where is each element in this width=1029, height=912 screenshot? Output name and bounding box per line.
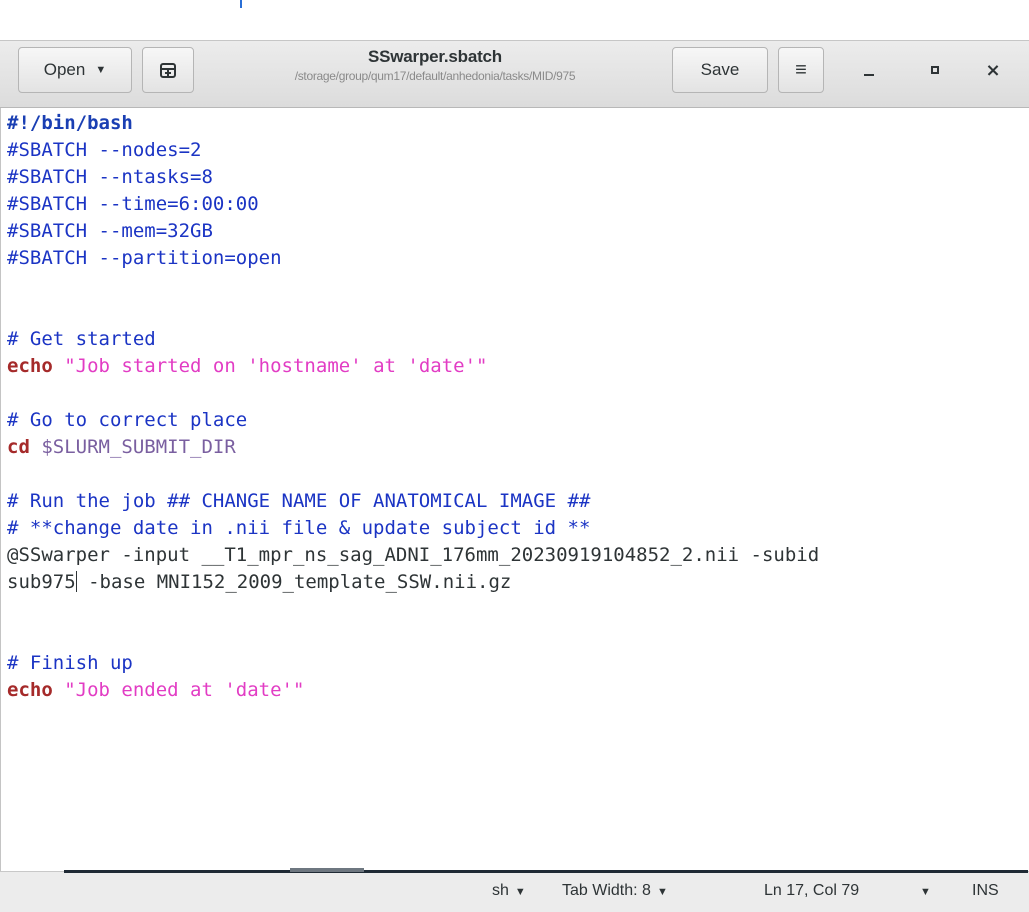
code-token-comment: # **change date in .nii file & update su… bbox=[7, 517, 591, 539]
code-line[interactable] bbox=[7, 380, 819, 407]
code-token-string: "Job ended at 'date'" bbox=[64, 679, 305, 701]
open-button[interactable]: Open ▼ bbox=[18, 47, 132, 93]
code-token-plain: -base MNI152_2009_template_SSW.nii.gz bbox=[76, 571, 512, 593]
hamburger-icon: ≡ bbox=[795, 58, 807, 81]
code-line[interactable] bbox=[7, 623, 819, 650]
code-line[interactable]: sub975 -base MNI152_2009_template_SSW.ni… bbox=[7, 569, 819, 596]
code-line[interactable]: cd $SLURM_SUBMIT_DIR bbox=[7, 434, 819, 461]
code-token-keyword: echo bbox=[7, 679, 53, 701]
save-button[interactable]: Save bbox=[672, 47, 768, 93]
code-line[interactable]: #SBATCH --time=6:00:00 bbox=[7, 191, 819, 218]
text-editor[interactable]: #!/bin/bash #SBATCH --nodes=2 #SBATCH --nt… bbox=[0, 108, 1029, 871]
cursor-position[interactable]: Ln 17, Col 79 bbox=[764, 882, 859, 900]
code-line[interactable]: # Finish up bbox=[7, 650, 819, 677]
code-line[interactable] bbox=[7, 272, 819, 299]
code-token-comment: #SBATCH --partition=open bbox=[7, 247, 282, 269]
code-line[interactable] bbox=[7, 596, 819, 623]
code-line[interactable]: #SBATCH --mem=32GB bbox=[7, 218, 819, 245]
taskbar-indicator bbox=[290, 868, 364, 872]
code-token-plain: sub975 bbox=[7, 571, 76, 593]
code-line[interactable]: #SBATCH --partition=open bbox=[7, 245, 819, 272]
taskbar-edge bbox=[64, 870, 1028, 873]
code-token-keyword: cd bbox=[7, 436, 30, 458]
new-document-button[interactable] bbox=[142, 47, 194, 93]
code-token-comment: # Go to correct place bbox=[7, 409, 248, 431]
code-line[interactable]: @SSwarper -input __T1_mpr_ns_sag_ADNI_17… bbox=[7, 542, 819, 569]
code-token-comment: # Run the job ## CHANGE NAME OF ANATOMIC… bbox=[7, 490, 591, 512]
code-token-comment: # Get started bbox=[7, 328, 156, 350]
code-token-comment: #SBATCH --nodes=2 bbox=[7, 139, 202, 161]
tab-width-selector[interactable]: Tab Width: 8 ▼ bbox=[562, 882, 668, 900]
window-title: SSwarper.sbatch /storage/group/qum17/def… bbox=[200, 47, 670, 83]
insert-mode-indicator: INS bbox=[972, 882, 999, 899]
code-line[interactable] bbox=[7, 299, 819, 326]
code-line[interactable]: # **change date in .nii file & update su… bbox=[7, 515, 819, 542]
maximize-button[interactable] bbox=[918, 55, 952, 85]
maximize-icon bbox=[931, 66, 939, 74]
code-token-comment: #SBATCH --mem=32GB bbox=[7, 220, 213, 242]
desktop-marker bbox=[240, 0, 242, 8]
header-bar: Open ▼ SSwarper.sbatch /storage/group/qu… bbox=[0, 40, 1029, 108]
code-line[interactable]: #SBATCH --nodes=2 bbox=[7, 137, 819, 164]
minimize-button[interactable] bbox=[852, 55, 886, 85]
status-bar: sh ▼ Tab Width: 8 ▼ Ln 17, Col 79 ▼ INS bbox=[0, 871, 1029, 912]
chevron-down-icon: ▼ bbox=[656, 886, 668, 898]
chevron-down-icon: ▼ bbox=[95, 64, 107, 76]
code-token-comment: #SBATCH --ntasks=8 bbox=[7, 166, 213, 188]
language-label: sh bbox=[492, 882, 509, 899]
document-path: /storage/group/qum17/default/anhedonia/t… bbox=[294, 69, 576, 83]
code-token-comment: # Finish up bbox=[7, 652, 133, 674]
code-line[interactable]: echo "Job started on 'hostname' at 'date… bbox=[7, 353, 819, 380]
code-token-plain: @SSwarper -input __T1_mpr_ns_sag_ADNI_17… bbox=[7, 544, 820, 566]
code-token-comment: #SBATCH --time=6:00:00 bbox=[7, 193, 259, 215]
chevron-down-icon[interactable]: ▼ bbox=[920, 886, 931, 898]
close-icon: × bbox=[985, 59, 1001, 81]
chevron-down-icon: ▼ bbox=[514, 886, 526, 898]
code-token-var: $SLURM_SUBMIT_DIR bbox=[41, 436, 236, 458]
code-line[interactable]: #!/bin/bash bbox=[7, 110, 819, 137]
code-token-string: "Job started on 'hostname' at 'date'" bbox=[64, 355, 488, 377]
minimize-icon bbox=[864, 74, 874, 76]
open-button-label: Open bbox=[43, 60, 86, 79]
code-line[interactable]: # Run the job ## CHANGE NAME OF ANATOMIC… bbox=[7, 488, 819, 515]
code-line[interactable]: # Get started bbox=[7, 326, 819, 353]
code-line[interactable]: #SBATCH --ntasks=8 bbox=[7, 164, 819, 191]
gedit-window: Open ▼ SSwarper.sbatch /storage/group/qu… bbox=[0, 40, 1029, 912]
tab-width-label: Tab Width: 8 bbox=[562, 882, 651, 899]
code-token-shebang: #!/bin/bash bbox=[7, 112, 133, 134]
desktop-top-strip bbox=[0, 0, 1029, 40]
close-button[interactable]: × bbox=[976, 55, 1010, 85]
hamburger-menu-button[interactable]: ≡ bbox=[778, 47, 824, 93]
code-area[interactable]: #!/bin/bash #SBATCH --nodes=2 #SBATCH --nt… bbox=[7, 110, 819, 704]
code-line[interactable] bbox=[7, 461, 819, 488]
code-line[interactable]: # Go to correct place bbox=[7, 407, 819, 434]
document-name: SSwarper.sbatch bbox=[367, 47, 502, 66]
new-tab-icon bbox=[160, 63, 176, 78]
code-line[interactable]: echo "Job ended at 'date'" bbox=[7, 677, 819, 704]
language-selector[interactable]: sh ▼ bbox=[492, 882, 526, 900]
code-token-keyword: echo bbox=[7, 355, 53, 377]
